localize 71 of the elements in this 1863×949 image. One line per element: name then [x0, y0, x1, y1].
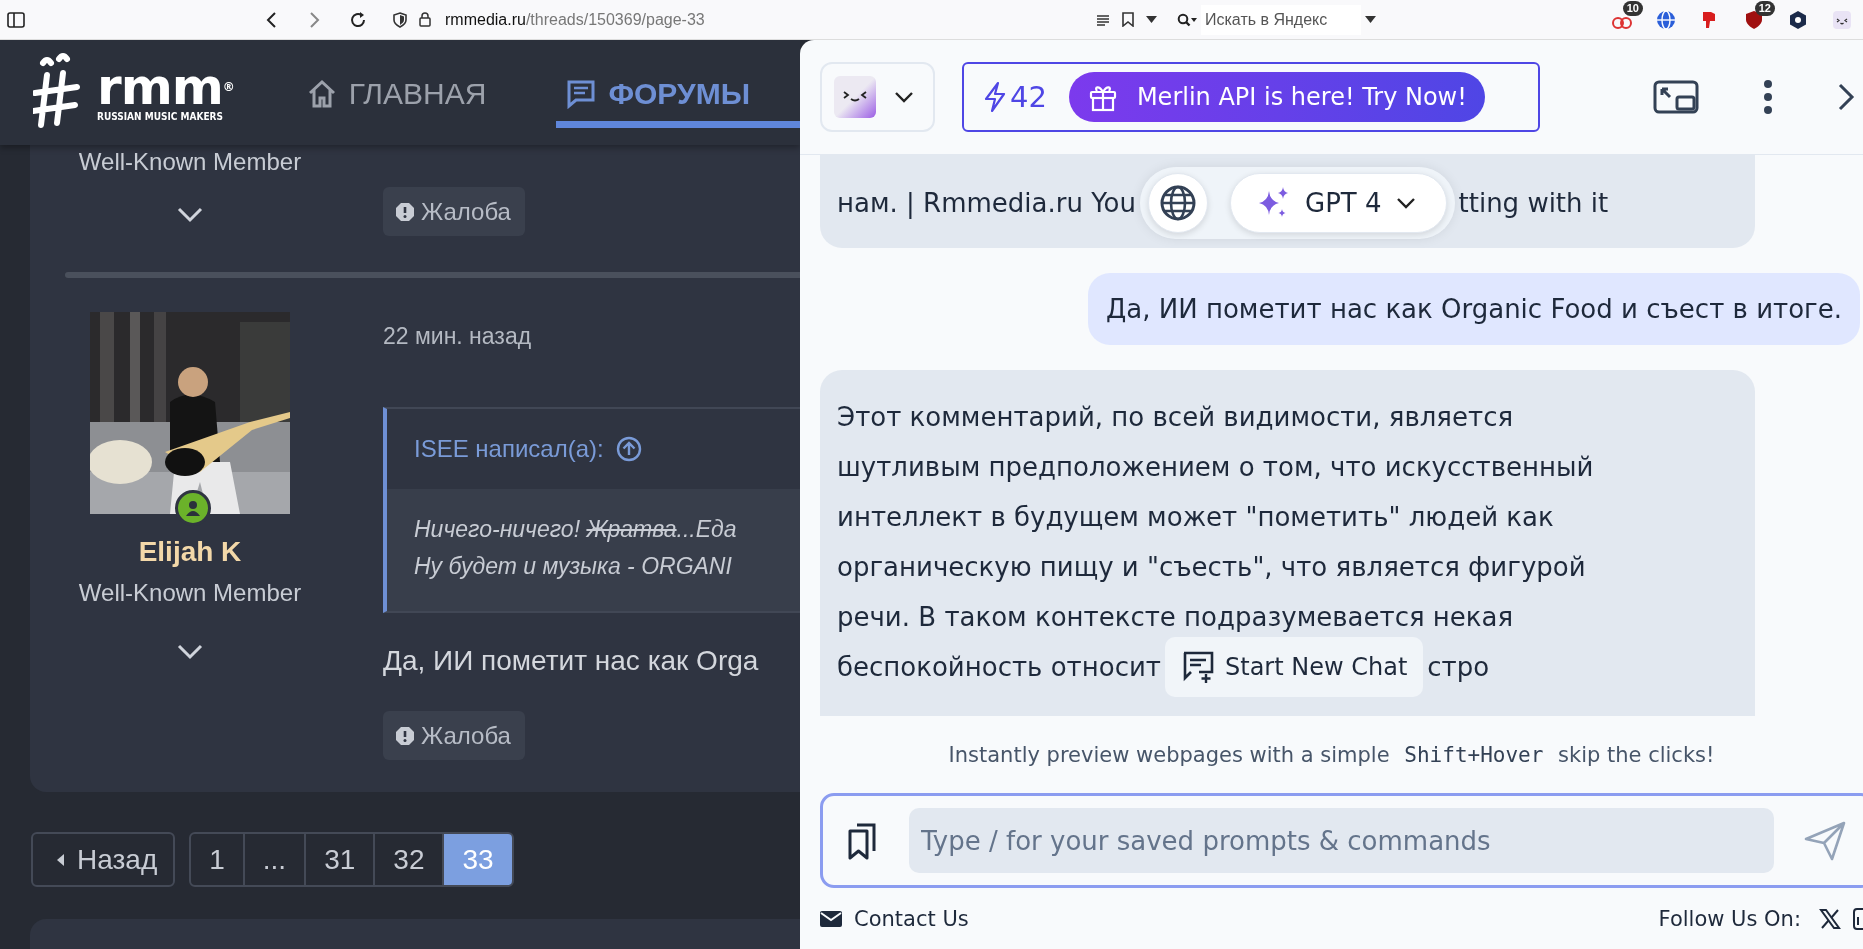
previous-page-button[interactable]: Назад: [31, 832, 176, 887]
mail-icon: [820, 910, 842, 927]
alert-icon: [395, 725, 415, 746]
credit-count: 42: [984, 80, 1047, 114]
chevron-down-icon[interactable]: [177, 644, 203, 660]
globe-icon[interactable]: [1655, 8, 1677, 31]
lock-icon: [419, 12, 431, 27]
reload-icon[interactable]: [349, 10, 367, 29]
chevron-down-icon: [894, 91, 914, 103]
search-input[interactable]: Искать в Яндекс: [1201, 4, 1361, 35]
chat-icon: [566, 79, 597, 109]
quote-text: Ничего-ничего! Жратва...Еда Ну будет и музыка - ORGANI: [414, 515, 738, 581]
model-selector[interactable]: GPT 4: [1230, 173, 1447, 233]
hexagon-icon[interactable]: [1787, 8, 1809, 31]
prompt-input[interactable]: Type / for your saved prompts & commands: [909, 808, 1774, 873]
message-text: стро: [1427, 651, 1490, 684]
house-icon: [306, 79, 337, 109]
face-icon[interactable]: [1831, 8, 1853, 31]
person-icon: [183, 498, 203, 518]
quote-author-link[interactable]: ISEE написал(а):: [414, 435, 604, 463]
dropdown-icon[interactable]: [1365, 16, 1376, 23]
page-button[interactable]: 31: [304, 834, 374, 885]
chevron-down-icon: [1395, 197, 1416, 209]
chat-plus-icon: [1181, 650, 1215, 684]
forward-icon[interactable]: [309, 10, 321, 29]
page-button[interactable]: 1: [191, 834, 243, 885]
more-icon[interactable]: [1763, 79, 1773, 115]
address-bar[interactable]: rmmedia.ru/threads/150369/page-33: [389, 3, 1169, 36]
count-badge: 12: [1754, 0, 1775, 16]
url-text: rmmedia.ru/threads/150369/page-33: [445, 10, 705, 29]
logo-wordmark[interactable]: rmm$^{®}$: [97, 63, 234, 111]
tip-text: Instantly preview webpages with a simple Shift+Hover skip the clicks!: [948, 742, 1715, 767]
sidebar-icon[interactable]: [7, 11, 25, 28]
shield-icon: [393, 11, 407, 28]
nav-tab[interactable]: ГЛАВНАЯ: [296, 67, 497, 128]
message-text: беспокойность относит: [837, 651, 1161, 684]
author-name[interactable]: Elijah K: [138, 534, 242, 570]
contact-link[interactable]: Contact Us: [820, 906, 969, 931]
bookmark-icon[interactable]: [1122, 12, 1134, 27]
post-text: Да, ИИ пометит нас как Orga: [383, 644, 759, 678]
count-badge: 10: [1622, 0, 1643, 16]
post-time: 22 мин. назад: [383, 322, 532, 351]
user-title: Well-Known Member: [78, 147, 302, 177]
globe-icon: [1159, 184, 1197, 222]
x-logo-icon[interactable]: [1819, 907, 1841, 930]
bot-switcher[interactable]: [820, 62, 935, 132]
web-search-button[interactable]: [1148, 173, 1208, 233]
alert-icon: [395, 201, 415, 222]
message-text: нам. | Rmmedia.ru You: [837, 187, 1136, 221]
new-chat-button[interactable]: Start New Chat: [1165, 637, 1424, 697]
window-icon[interactable]: [1653, 80, 1699, 114]
page-button[interactable]: ...: [242, 834, 305, 885]
face-icon: [834, 76, 876, 118]
promo-button[interactable]: Merlin API is here! Try Now!: [1068, 72, 1485, 122]
dropdown-icon[interactable]: [1146, 16, 1157, 23]
message-text: Да, ИИ пометит нас как Organic Food и съест в итоге.: [1106, 293, 1842, 326]
logo-tagline: RUSSIAN MUSIC MAKERS: [97, 111, 224, 122]
lightning-icon: [984, 81, 1006, 113]
message-text: tting with it: [1458, 187, 1609, 220]
user-title: Well-Known Member: [78, 578, 302, 608]
search-icon: [1177, 12, 1197, 27]
linkedin-icon[interactable]: [1853, 907, 1863, 930]
caret-left-icon: [57, 853, 65, 866]
back-icon[interactable]: [265, 10, 277, 29]
arrow-up-icon[interactable]: [615, 436, 642, 462]
reader-icon[interactable]: [1096, 13, 1110, 26]
report-button[interactable]: Жалоба: [383, 711, 525, 760]
follow-label: Follow Us On:: [1658, 906, 1801, 931]
report-button[interactable]: Жалоба: [383, 187, 525, 236]
chevron-right-icon[interactable]: [1837, 82, 1855, 112]
chevron-down-icon[interactable]: [177, 207, 203, 223]
